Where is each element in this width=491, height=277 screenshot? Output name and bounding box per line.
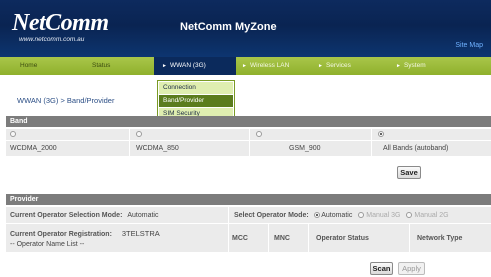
- selection-mode-label: Current Operator Selection Mode:: [10, 212, 123, 219]
- mode-label-automatic: Automatic: [321, 212, 353, 219]
- mode-radio-manual-3g[interactable]: [358, 212, 365, 219]
- arrow-right-icon: ►: [162, 63, 167, 69]
- nav-system[interactable]: ► System: [396, 57, 426, 75]
- apply-button[interactable]: Apply: [398, 262, 425, 275]
- band-label-autoband: All Bands (autoband): [383, 145, 449, 152]
- operator-list-label: -- Operator Name List --: [10, 241, 85, 248]
- column-operator-status: Operator Status: [316, 235, 369, 242]
- arrow-right-icon: ►: [396, 63, 401, 69]
- site-map-link[interactable]: Site Map: [455, 42, 483, 49]
- column-mcc: MCC: [232, 235, 248, 242]
- mode-label-manual-2g: Manual 2G: [414, 212, 449, 219]
- nav-wireless-lan[interactable]: ► Wireless LAN: [242, 57, 289, 75]
- select-mode-label: Select Operator Mode:: [234, 212, 309, 219]
- menu-item-connection[interactable]: Connection: [159, 82, 233, 94]
- registration-value: 3TELSTRA: [121, 229, 160, 238]
- scan-button[interactable]: Scan: [370, 262, 393, 275]
- mode-label-manual-3g: Manual 3G: [366, 212, 401, 219]
- band-radio-gsm900[interactable]: [256, 131, 262, 138]
- column-network-type: Network Type: [417, 235, 463, 242]
- band-radio-row: [6, 129, 491, 140]
- nav-status[interactable]: Status: [92, 57, 110, 75]
- netcomm-logo: NetComm: [12, 10, 109, 36]
- menu-item-band-provider[interactable]: Band/Provider: [159, 95, 233, 107]
- selection-mode-value: Automatic: [127, 212, 159, 219]
- main-nav: Home Status ► Wireless LAN ► Services ► Sys…: [0, 57, 491, 75]
- breadcrumb: WWAN (3G) > Band/Provider: [17, 96, 115, 105]
- app-title: NetComm MyZone: [180, 21, 277, 33]
- nav-services[interactable]: ► Services: [318, 57, 351, 75]
- provider-section-header: Provider: [6, 194, 491, 205]
- column-mnc: MNC: [274, 235, 290, 242]
- selection-mode-row: Current Operator Selection Mode: Automat…: [6, 207, 491, 223]
- operator-table-header-row: Current Operator Registration: 3TELSTRA …: [6, 224, 491, 252]
- nav-wwan-active[interactable]: ► WWAN (3G): [154, 57, 236, 75]
- nav-wwan-label: WWAN (3G): [169, 62, 206, 69]
- band-radio-autoband[interactable]: [378, 131, 384, 138]
- band-label-wcdma850: WCDMA_850: [136, 145, 179, 152]
- wwan-dropdown-menu: Connection Band/Provider SIM Security: [157, 80, 235, 121]
- band-label-wcdma2000: WCDMA_2000: [10, 145, 57, 152]
- band-label-row: WCDMA_2000 WCDMA_850 GSM_900 All Bands (…: [6, 141, 491, 156]
- registration-label: Current Operator Registration:: [10, 231, 112, 238]
- arrow-right-icon: ►: [242, 63, 247, 69]
- band-radio-wcdma2000[interactable]: [10, 131, 16, 138]
- band-label-gsm900: GSM_900: [289, 145, 321, 152]
- band-section-header: Band: [6, 116, 491, 127]
- mode-radio-automatic[interactable]: [313, 212, 320, 219]
- band-radio-wcdma850[interactable]: [136, 131, 142, 138]
- logo-url: www.netcomm.com.au: [19, 36, 85, 43]
- arrow-right-icon: ►: [318, 63, 323, 69]
- nav-home[interactable]: Home: [20, 57, 37, 75]
- save-button[interactable]: Save: [397, 166, 421, 179]
- header-banner: NetComm www.netcomm.com.au NetComm MyZon…: [0, 0, 491, 57]
- mode-radio-manual-2g[interactable]: [406, 212, 413, 219]
